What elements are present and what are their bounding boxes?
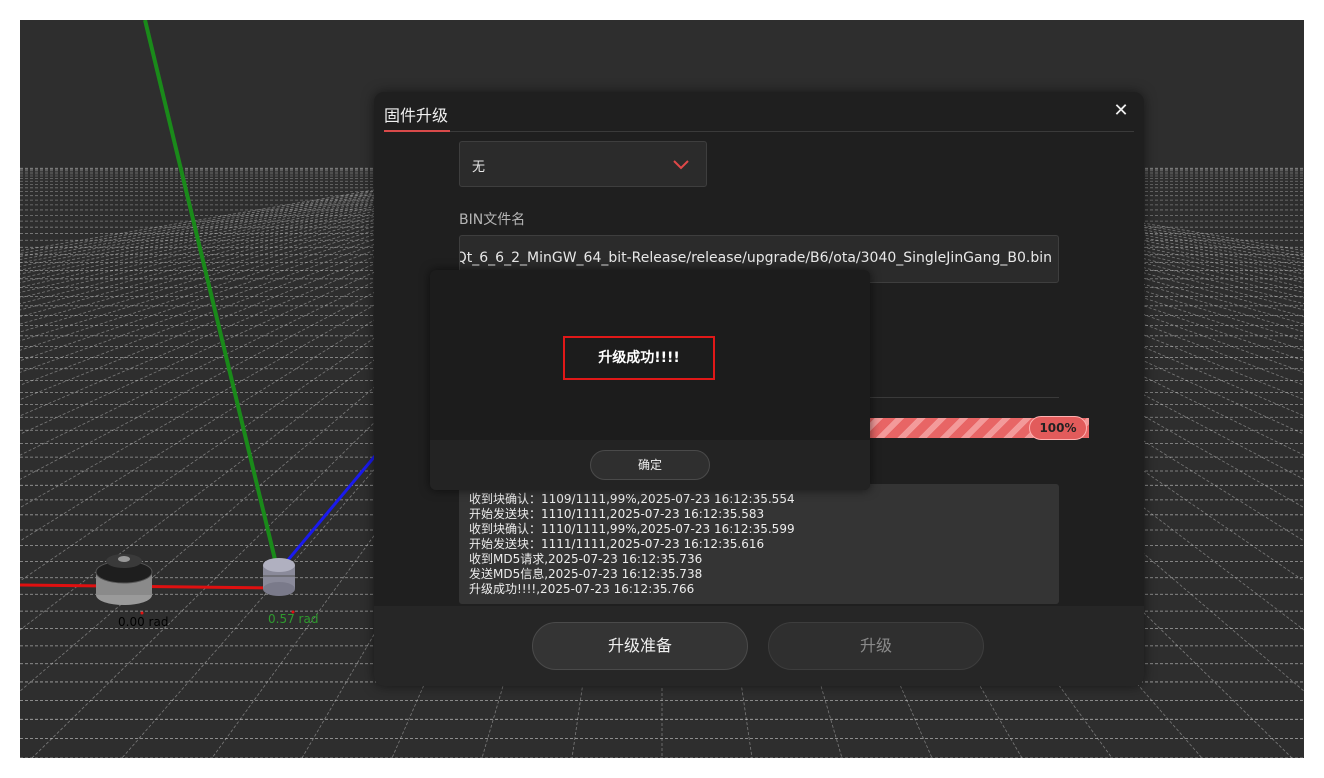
title-underline [384, 130, 450, 132]
ok-button[interactable]: 确定 [590, 450, 710, 480]
log-line: 升级成功!!!!,2025-07-23 16:12:35.766 [469, 582, 695, 596]
close-button[interactable]: ✕ [1110, 100, 1132, 122]
chevron-down-icon [673, 160, 689, 170]
progress-percent-badge: 100% [1029, 416, 1087, 440]
log-line: 开始发送块：1110/1111,2025-07-23 16:12:35.583 [469, 507, 765, 521]
upgrade-button[interactable]: 升级 [768, 622, 984, 670]
upgrade-prepare-button[interactable]: 升级准备 [532, 622, 748, 670]
message-highlight-box: 升级成功!!!! [563, 336, 715, 380]
log-lines: 收到块确认：1109/1111,99%,2025-07-23 16:12:35.… [469, 492, 795, 597]
z-axis-line [276, 449, 382, 573]
log-line: 发送MD5信息,2025-07-23 16:12:35.738 [469, 567, 703, 581]
bin-filename-label: BIN文件名 [459, 212, 526, 228]
upgrade-success-message-box: 升级成功!!!! 确定 [430, 270, 870, 490]
motor-icon-1[interactable] [95, 554, 153, 615]
log-line: 收到块确认：1109/1111,99%,2025-07-23 16:12:35.… [469, 492, 795, 506]
upgrade-log[interactable]: 收到块确认：1109/1111,99%,2025-07-23 16:12:35.… [459, 484, 1059, 604]
close-icon: ✕ [1113, 100, 1129, 121]
dialog-title: 固件升级 [384, 106, 449, 125]
message-box-footer: 确定 [430, 440, 870, 490]
log-line: 收到MD5请求,2025-07-23 16:12:35.736 [469, 552, 703, 566]
bin-filename-value: o_Qt_6_6_2_MinGW_64_bit-Release/release/… [459, 250, 1052, 266]
log-line: 收到块确认：1110/1111,99%,2025-07-23 16:12:35.… [469, 522, 795, 536]
motor-1-angle-label: 0.00 rad [118, 615, 169, 629]
motor-icon-2[interactable] [263, 558, 295, 614]
device-select[interactable]: 无 [459, 141, 707, 187]
device-select-value: 无 [472, 160, 486, 175]
log-line: 开始发送块：1111/1111,2025-07-23 16:12:35.616 [469, 537, 765, 551]
dialog-footer: 升级准备 升级 [374, 606, 1144, 686]
message-text: 升级成功!!!! [598, 350, 680, 366]
title-divider [384, 131, 1134, 132]
motor-2-angle-label: 0.57 rad [268, 612, 319, 626]
y-axis-line [143, 20, 280, 573]
